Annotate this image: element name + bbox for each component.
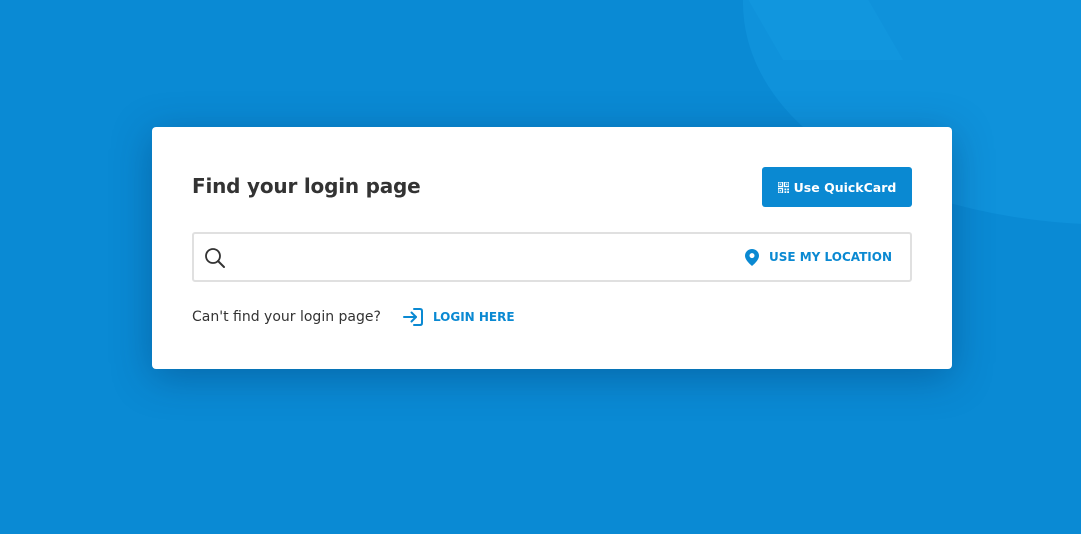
login-help-row: Can't find your login page? LOGIN HERE (192, 307, 515, 327)
qr-code-icon (777, 181, 789, 193)
search-input[interactable] (236, 242, 740, 274)
page-title: Find your login page (192, 174, 421, 198)
login-arrow-icon (402, 308, 423, 326)
search-icon (205, 248, 225, 268)
use-quickcard-button[interactable]: Use QuickCard (762, 167, 912, 207)
login-finder-card: Find your login page Use QuickCard USE M… (152, 127, 952, 369)
use-my-location-button[interactable]: USE MY LOCATION (744, 246, 892, 268)
login-here-label: LOGIN HERE (432, 310, 515, 324)
use-quickcard-label: Use QuickCard (793, 179, 897, 195)
use-my-location-label: USE MY LOCATION (768, 250, 892, 264)
cant-find-text: Can't find your login page? (192, 309, 381, 325)
search-field[interactable]: USE MY LOCATION (192, 232, 912, 282)
location-pin-icon (744, 248, 759, 266)
login-here-link[interactable]: LOGIN HERE (402, 308, 515, 326)
